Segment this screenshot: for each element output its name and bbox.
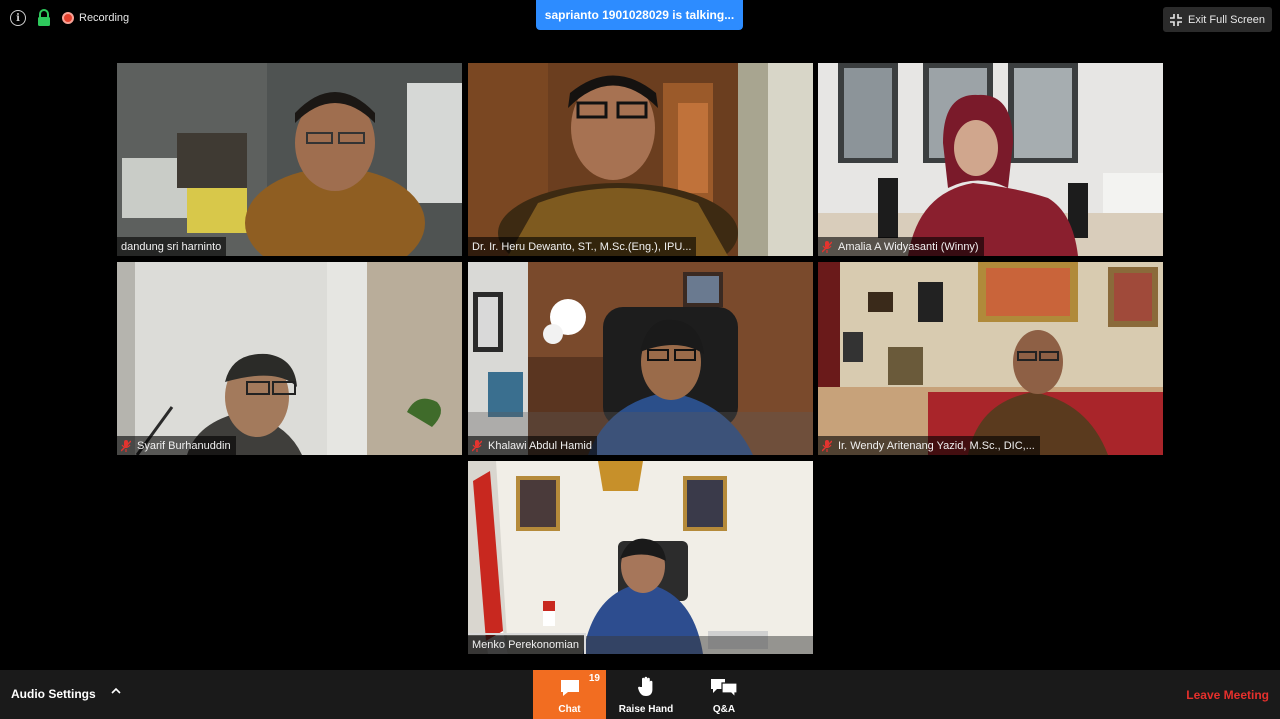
- participant-name-tag: Khalawi Abdul Hamid: [468, 436, 597, 455]
- chat-label: Chat: [558, 704, 581, 715]
- participant-video: [117, 262, 462, 455]
- muted-mic-icon: [120, 439, 132, 452]
- participant-name: Syarif Burhanuddin: [137, 439, 231, 452]
- audio-settings-button[interactable]: Audio Settings: [11, 687, 96, 701]
- exit-fullscreen-icon: [1169, 13, 1182, 26]
- qa-button[interactable]: Q&A: [688, 670, 760, 719]
- recording-indicator[interactable]: Recording: [62, 12, 129, 24]
- participant-video: [818, 262, 1163, 455]
- info-icon[interactable]: i: [10, 10, 26, 26]
- exit-fullscreen-label: Exit Full Screen: [1187, 13, 1266, 26]
- participant-video: [818, 63, 1163, 256]
- participant-name: Ir. Wendy Aritenang Yazid, M.Sc., DIC,..…: [838, 439, 1035, 452]
- meeting-status-bar: i Recording: [10, 9, 129, 27]
- raise-hand-label: Raise Hand: [618, 704, 674, 715]
- chevron-up-icon[interactable]: [111, 686, 121, 696]
- qa-icon: [711, 679, 738, 698]
- participant-video: [468, 461, 813, 654]
- raise-hand-icon: [637, 676, 653, 696]
- active-speaker-banner: saprianto 1901028029 is talking...: [536, 0, 743, 30]
- video-tile[interactable]: Dr. Ir. Heru Dewanto, ST., M.Sc.(Eng.), …: [468, 63, 813, 256]
- participant-video: [117, 63, 462, 256]
- participant-name: Menko Perekonomian: [472, 638, 580, 651]
- video-tile[interactable]: Ir. Wendy Aritenang Yazid, M.Sc., DIC,..…: [818, 262, 1163, 455]
- participant-name: Amalia A Widyasanti (Winny): [838, 240, 979, 253]
- participant-name: dandung sri harninto: [121, 240, 222, 253]
- participant-video: [468, 63, 813, 256]
- recording-icon: [62, 12, 74, 24]
- meeting-toolbar: Audio Settings 19 Chat Raise Hand Q&A Le…: [0, 670, 1280, 719]
- recording-label: Recording: [79, 12, 130, 24]
- video-tile[interactable]: dandung sri harninto: [117, 63, 462, 256]
- raise-hand-button[interactable]: Raise Hand: [610, 670, 682, 719]
- leave-meeting-button[interactable]: Leave Meeting: [1186, 688, 1269, 702]
- exit-fullscreen-button[interactable]: Exit Full Screen: [1163, 7, 1272, 32]
- chat-unread-count: 19: [588, 673, 600, 684]
- participant-name-tag: Syarif Burhanuddin: [117, 436, 236, 455]
- lock-icon[interactable]: [36, 9, 52, 27]
- chat-icon: [560, 680, 579, 696]
- participant-video: [468, 262, 813, 455]
- muted-mic-icon: [821, 240, 833, 253]
- muted-mic-icon: [471, 439, 483, 452]
- participant-name: Dr. Ir. Heru Dewanto, ST., M.Sc.(Eng.), …: [472, 240, 692, 253]
- participant-name: Khalawi Abdul Hamid: [488, 439, 592, 452]
- muted-mic-icon: [821, 439, 833, 452]
- video-tile[interactable]: Khalawi Abdul Hamid: [468, 262, 813, 455]
- video-tile[interactable]: Menko Perekonomian: [468, 461, 813, 654]
- participant-name-tag: Amalia A Widyasanti (Winny): [818, 237, 984, 256]
- chat-button[interactable]: 19 Chat: [533, 670, 606, 719]
- participant-name-tag: Ir. Wendy Aritenang Yazid, M.Sc., DIC,..…: [818, 436, 1040, 455]
- video-tile[interactable]: Syarif Burhanuddin: [117, 262, 462, 455]
- qa-label: Q&A: [712, 704, 736, 715]
- video-tile[interactable]: Amalia A Widyasanti (Winny): [818, 63, 1163, 256]
- participant-name-tag: dandung sri harninto: [117, 237, 227, 256]
- participant-name-tag: Dr. Ir. Heru Dewanto, ST., M.Sc.(Eng.), …: [468, 237, 697, 256]
- participant-name-tag: Menko Perekonomian: [468, 633, 587, 654]
